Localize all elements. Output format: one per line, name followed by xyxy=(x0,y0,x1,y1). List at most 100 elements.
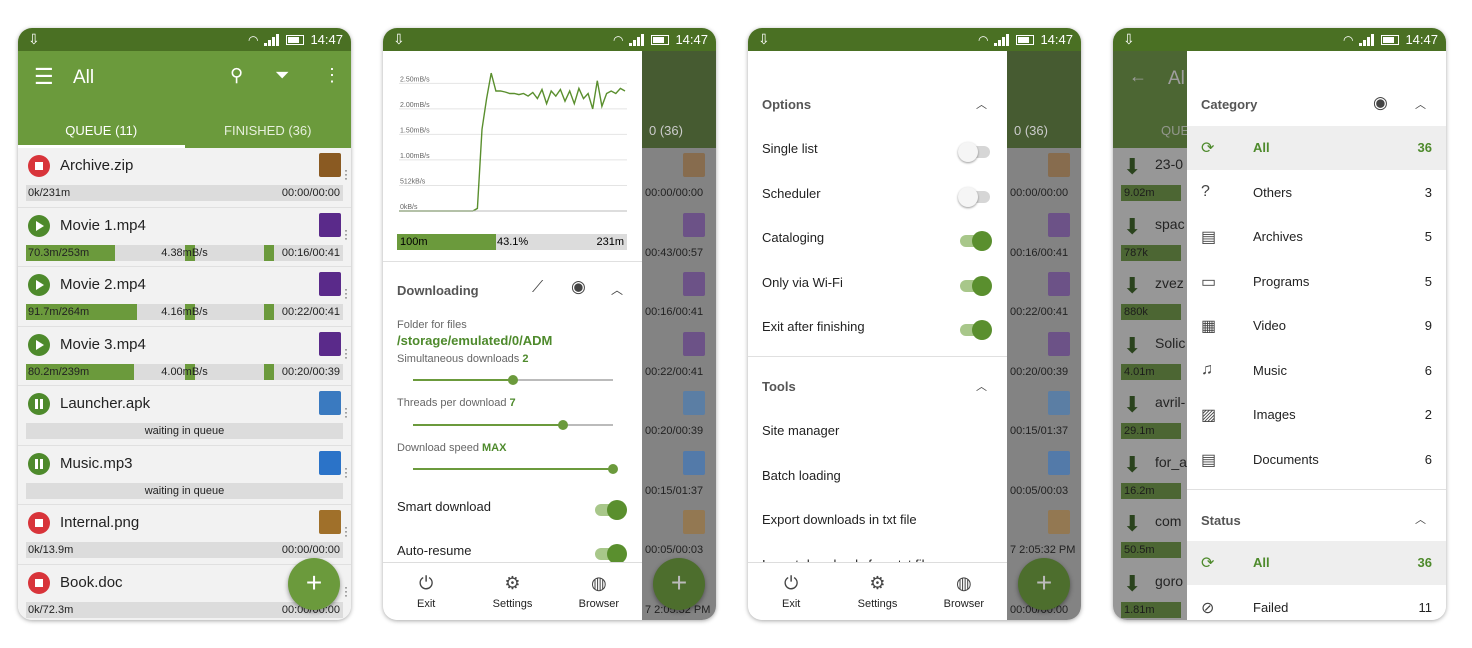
option-toggle[interactable] xyxy=(960,320,992,340)
smart-download-toggle[interactable] xyxy=(595,500,627,520)
chevron-up-icon[interactable]: ︿ xyxy=(1415,96,1426,112)
battery-icon xyxy=(1381,34,1400,45)
item-progress-bar: waiting in queue xyxy=(26,423,343,439)
more-options-icon[interactable]: ⋮ xyxy=(323,65,341,86)
search-icon[interactable]: ⚲ xyxy=(230,65,243,86)
category-count: 6 xyxy=(1424,451,1432,467)
category-count: 5 xyxy=(1424,229,1432,244)
category-item[interactable]: ▦ Video 9 xyxy=(1187,304,1446,348)
download-item[interactable]: Movie 2.mp4 · · · 91.7m/264m 4.16mB/s 00:22/00… xyxy=(18,267,351,327)
graph-icon[interactable]: ⟋ xyxy=(532,279,543,297)
eye-icon[interactable]: ◉ xyxy=(1373,93,1388,113)
monitor-icon xyxy=(319,391,341,415)
category-item[interactable]: ▨ Images 2 xyxy=(1187,393,1446,437)
eye-icon[interactable]: ◉ xyxy=(571,277,586,297)
pause-button[interactable] xyxy=(28,452,50,475)
item-menu-icon[interactable]: · · · xyxy=(344,521,348,541)
item-menu-icon[interactable]: · · · xyxy=(344,462,348,482)
tool-item[interactable]: Site manager xyxy=(762,423,839,438)
item-progress-bar: 91.7m/264m 4.16mB/s 00:22/00:41 xyxy=(26,304,343,320)
filter-icon[interactable]: ⏷ xyxy=(275,65,289,86)
settings-button[interactable]: ⚙ Settings xyxy=(834,563,920,620)
item-menu-icon[interactable]: · · · xyxy=(344,343,348,363)
stop-button[interactable] xyxy=(28,512,50,534)
y-tick-label: 1.00mB/s xyxy=(400,153,430,160)
option-toggle[interactable] xyxy=(960,275,992,296)
auto-resume-toggle[interactable] xyxy=(595,544,627,564)
category-name: Images xyxy=(1253,407,1296,422)
category-item[interactable]: ⟳ All 36 xyxy=(1187,541,1446,585)
category-item[interactable]: ⊘ Failed 11 xyxy=(1187,586,1446,621)
add-download-button[interactable]: + xyxy=(653,558,705,610)
category-item[interactable]: ▤ Documents 6 xyxy=(1187,438,1446,482)
item-progress-bar: waiting in queue xyxy=(26,482,343,499)
speed-label: Download speed MAX xyxy=(397,442,507,454)
stop-button[interactable] xyxy=(28,155,50,177)
hamburger-menu-icon[interactable]: ☰ xyxy=(34,64,54,90)
tab-queue[interactable]: QUEUE (11) xyxy=(18,113,185,148)
bg-item-time: 00:20/00:39 xyxy=(1010,365,1069,378)
download-item[interactable]: Movie 1.mp4 · · · 70.3m/253m 4.38mB/s 00:16/00… xyxy=(18,207,351,267)
category-name: Music xyxy=(1253,362,1287,378)
category-name: All xyxy=(1253,555,1270,570)
item-menu-icon[interactable]: · · · xyxy=(344,283,348,303)
chevron-up-icon[interactable]: ︿ xyxy=(611,281,623,298)
threads-slider[interactable] xyxy=(413,420,613,430)
settings-button[interactable]: ⚙ Settings xyxy=(469,563,555,620)
category-name: Failed xyxy=(1253,599,1289,615)
play-button[interactable] xyxy=(28,214,50,237)
progress-percent: 43.1% xyxy=(497,236,529,248)
add-download-button[interactable]: + xyxy=(288,558,340,610)
download-item[interactable]: Movie 3.mp4 · · · 80.2m/239m 4.00mB/s 00:20/00… xyxy=(18,326,351,386)
item-menu-icon[interactable]: · · · xyxy=(344,224,348,244)
option-toggle[interactable] xyxy=(958,142,990,162)
category-item[interactable]: ⟳ All 36 xyxy=(1187,126,1446,170)
tool-item[interactable]: Batch loading xyxy=(762,468,841,483)
stop-button[interactable] xyxy=(28,571,50,594)
chevron-up-icon[interactable]: ︿ xyxy=(976,378,987,394)
option-toggle[interactable] xyxy=(958,186,990,207)
exit-button[interactable]: ⏻ Exit xyxy=(383,563,469,620)
item-menu-icon[interactable]: · · · xyxy=(344,581,348,601)
download-item[interactable]: Internal.png · · · 0k/13.9m 00:00/00:00 xyxy=(18,505,351,565)
sync-icon: ⟳ xyxy=(1201,555,1215,572)
item-menu-icon[interactable]: · · · xyxy=(344,402,348,422)
tab-finished[interactable]: FINISHED (36) xyxy=(185,113,352,148)
play-button[interactable] xyxy=(28,333,50,356)
download-item[interactable]: Music.mp3 · · · waiting in queue xyxy=(18,445,351,505)
chevron-up-icon[interactable]: ︿ xyxy=(1415,511,1426,527)
simultaneous-slider[interactable] xyxy=(413,375,613,385)
category-item[interactable]: ▤ Archives 5 xyxy=(1187,215,1446,259)
folder-path[interactable]: /storage/emulated/0/ADM xyxy=(397,333,552,348)
item-menu-icon[interactable]: · · · xyxy=(344,164,348,184)
wifi-icon: ◠ xyxy=(977,32,989,47)
monitor-icon xyxy=(1048,391,1070,415)
exit-button[interactable]: ⏻ Exit xyxy=(748,563,834,620)
category-item[interactable]: ▭ Programs 5 xyxy=(1187,260,1446,304)
add-download-button[interactable]: + xyxy=(1018,558,1070,610)
auto-resume-label: Auto-resume xyxy=(397,543,472,558)
download-item[interactable]: Launcher.apk · · · waiting in queue xyxy=(18,386,351,446)
progress-total: 231m xyxy=(596,236,624,248)
tool-item[interactable]: Export downloads in txt file xyxy=(762,512,917,527)
scrim-overlay[interactable] xyxy=(1113,51,1188,620)
status-bar: ⇩ ◠ 14:47 xyxy=(748,28,1081,51)
item-time: 00:22/00:41 xyxy=(281,306,340,318)
download-item[interactable]: Archive.zip · · · 0k/231m 00:00/00:00 xyxy=(18,148,351,208)
divider xyxy=(748,356,1007,357)
section-downloading: Downloading xyxy=(397,283,479,298)
browser-button[interactable]: ◍ Browser xyxy=(556,563,642,620)
category-item[interactable]: ♫ Music 6 xyxy=(1187,349,1446,393)
signal-icon xyxy=(994,33,1010,46)
music-icon xyxy=(1048,450,1070,475)
pause-button[interactable] xyxy=(28,393,50,415)
play-button[interactable] xyxy=(28,274,50,296)
status-bar: ⇩ ◠ 14:47 xyxy=(18,28,351,51)
category-item[interactable]: ? Others 3 xyxy=(1187,171,1446,215)
option-toggle[interactable] xyxy=(960,231,992,251)
chevron-up-icon[interactable]: ︿ xyxy=(976,96,987,112)
item-time: 00:00/00:00 xyxy=(281,544,340,556)
section-options: Options xyxy=(762,97,812,112)
browser-button[interactable]: ◍ Browser xyxy=(921,563,1007,620)
speed-slider[interactable] xyxy=(413,464,618,474)
